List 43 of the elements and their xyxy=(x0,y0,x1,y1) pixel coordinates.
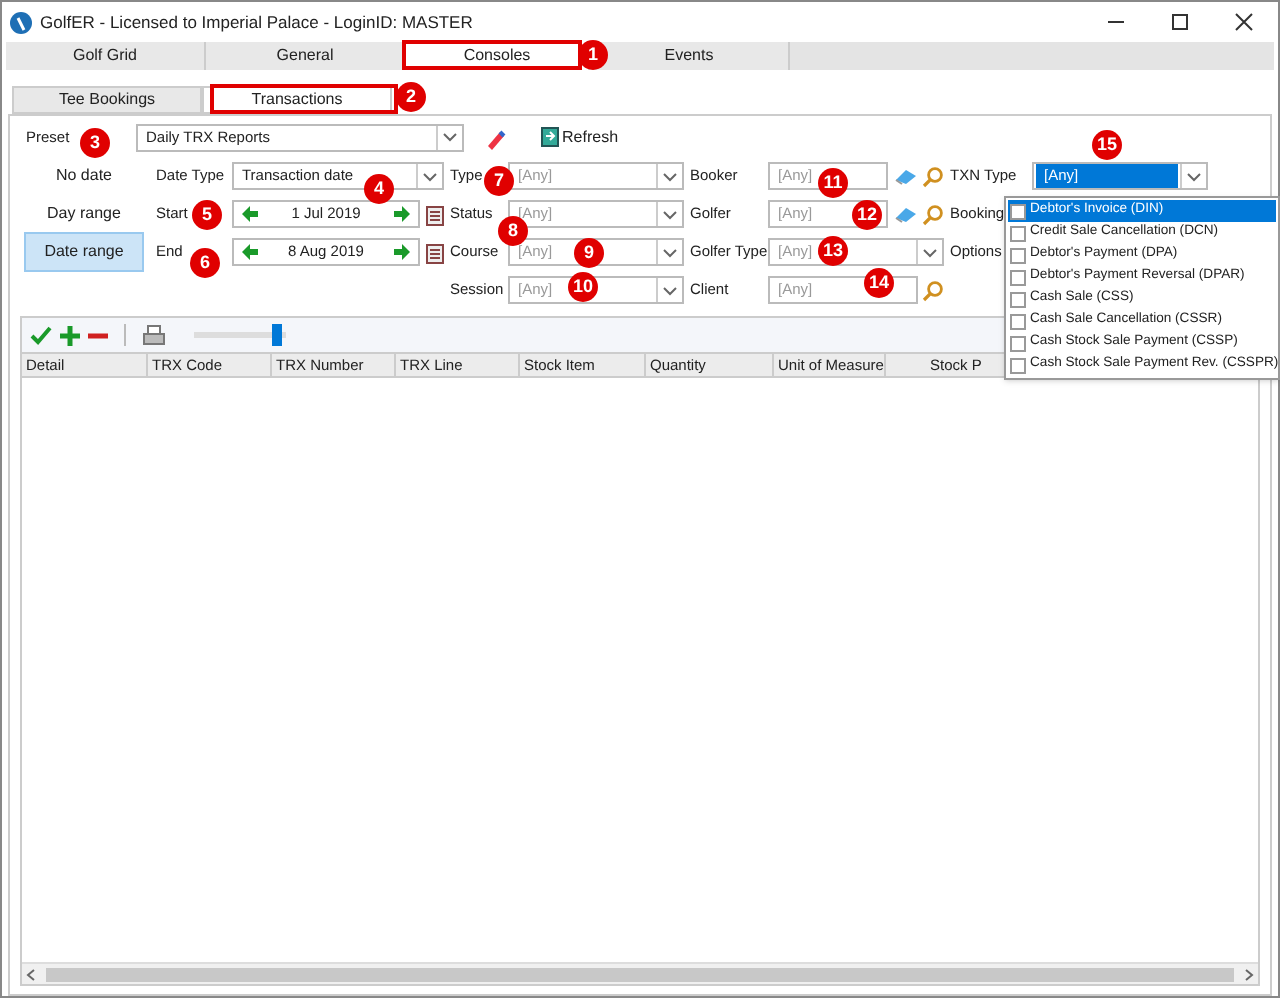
checkbox[interactable] xyxy=(1010,335,1026,351)
date-mode-button[interactable]: No date xyxy=(24,162,144,190)
callout-badge: 7 xyxy=(484,166,514,196)
checkbox[interactable] xyxy=(1010,313,1026,329)
search-icon[interactable] xyxy=(922,203,944,225)
calendar-icon[interactable] xyxy=(426,241,444,263)
tab[interactable]: Tee Bookings xyxy=(12,86,202,114)
checkbox[interactable] xyxy=(1010,269,1026,285)
checkbox[interactable] xyxy=(1010,247,1026,263)
calendar-icon[interactable] xyxy=(426,203,444,225)
callout-badge: 3 xyxy=(80,128,110,158)
callout-badge: 15 xyxy=(1092,130,1122,160)
callout-badge: 14 xyxy=(864,268,894,298)
refresh-button[interactable]: Refresh xyxy=(540,125,619,149)
app-logo-icon[interactable] xyxy=(10,11,32,33)
checkmark-icon[interactable] xyxy=(30,325,52,345)
slider-thumb[interactable] xyxy=(271,324,282,346)
checkbox[interactable] xyxy=(1010,225,1026,241)
refresh-icon[interactable] xyxy=(540,126,560,148)
checkbox[interactable] xyxy=(1010,357,1026,373)
date-mode-button[interactable]: Day range xyxy=(24,200,144,228)
checkbox[interactable] xyxy=(1010,203,1026,219)
checkbox[interactable] xyxy=(1010,291,1026,307)
tab[interactable]: Golf Grid xyxy=(6,42,206,70)
scrollbar-thumb[interactable] xyxy=(46,967,1234,981)
edit-pencil-icon[interactable] xyxy=(484,125,508,149)
search-icon[interactable] xyxy=(922,279,944,301)
callout-badge: 2 xyxy=(396,82,426,112)
eraser-icon[interactable] xyxy=(894,166,918,186)
search-icon[interactable] xyxy=(922,165,944,187)
close-icon[interactable] xyxy=(1234,12,1254,32)
tab[interactable]: General xyxy=(206,42,406,70)
callout-badge: 5 xyxy=(192,200,222,230)
callout-badge: 8 xyxy=(498,216,528,246)
eraser-icon[interactable] xyxy=(894,204,918,224)
callout-badge: 10 xyxy=(568,272,598,302)
plus-icon[interactable] xyxy=(60,325,80,345)
date-mode-button[interactable]: Date range xyxy=(24,232,144,272)
window-title: GolfER - Licensed to Imperial Palace - LoginID: MASTER xyxy=(40,9,473,35)
callout-badge: 11 xyxy=(818,168,848,198)
maximize-icon[interactable] xyxy=(1170,12,1190,32)
callout-badge: 6 xyxy=(190,248,220,278)
printer-icon[interactable] xyxy=(142,324,166,346)
